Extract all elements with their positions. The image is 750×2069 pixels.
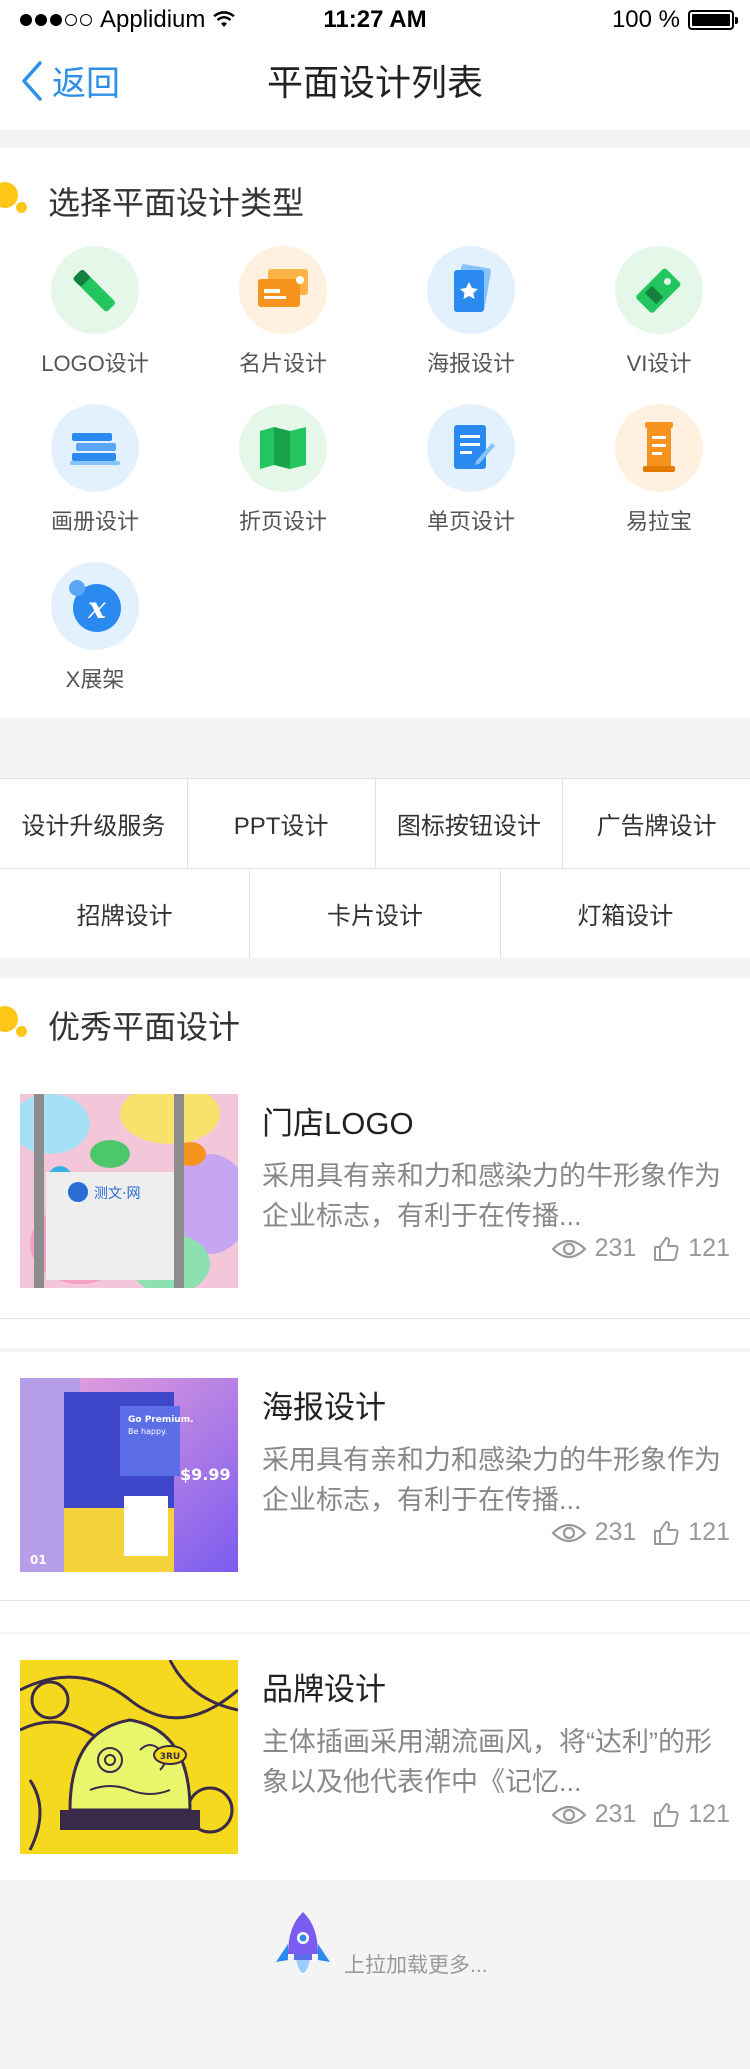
item-stats: 231 121 — [551, 1800, 730, 1829]
view-count: 231 — [594, 1800, 637, 1828]
thumbs-up-icon — [654, 1520, 679, 1545]
tag-row-1: 设计升级服务 PPT设计 图标按钮设计 广告牌设计 — [0, 778, 750, 868]
category-label: 名片设计 — [238, 351, 327, 376]
category-label: X展架 — [65, 667, 125, 692]
section-dot-icon — [0, 1006, 18, 1032]
eye-icon — [551, 1239, 587, 1258]
poster-price: $9.99 — [180, 1465, 231, 1484]
thumbnail-brand: 3RU — [20, 1660, 238, 1854]
category-logo-design[interactable]: LOGO设计 — [0, 246, 190, 378]
tag-ppt-design[interactable]: PPT设计 — [188, 779, 376, 868]
like-button[interactable]: 121 — [652, 1234, 730, 1263]
eye-icon — [551, 1805, 587, 1824]
section-header: 优秀平面设计 — [0, 998, 750, 1048]
category-x-stand[interactable]: x X展架 — [0, 562, 190, 694]
tag-lightbox-design[interactable]: 灯箱设计 — [501, 869, 750, 958]
item-title: 海报设计 — [262, 1390, 386, 1425]
tag-icon-button-design[interactable]: 图标按钮设计 — [376, 779, 564, 868]
view-count: 231 — [594, 1518, 637, 1546]
category-label: 画册设计 — [50, 509, 139, 534]
category-label: 单页设计 — [426, 509, 515, 534]
category-label: 易拉宝 — [625, 509, 692, 534]
item-title: 品牌设计 — [262, 1672, 386, 1707]
category-label: 折页设计 — [238, 509, 327, 534]
rocket-icon — [276, 1912, 330, 1973]
eye-icon — [551, 1523, 587, 1542]
category-single-page[interactable]: 单页设计 — [376, 404, 566, 536]
marker-icon — [51, 246, 139, 334]
thumbnail-poster: Go Premium. Be happy. $9.99 01 — [20, 1378, 238, 1572]
tag-icon — [615, 246, 703, 334]
status-bar: Applidium 11:27 AM 100 % — [0, 0, 750, 40]
like-count: 121 — [688, 1518, 730, 1546]
category-album[interactable]: 画册设计 — [0, 404, 190, 536]
section-header: 选择平面设计类型 — [0, 174, 750, 224]
thumbnail-brand-text: 测文·网 — [94, 1186, 140, 1202]
page-title: 平面设计列表 — [266, 62, 483, 103]
x-stand-icon: x — [51, 562, 139, 650]
battery-percent: 100 % — [611, 6, 680, 33]
like-count: 121 — [688, 1234, 730, 1262]
category-label: 海报设计 — [426, 351, 515, 376]
view-count: 231 — [594, 1234, 637, 1262]
folded-map-icon — [239, 404, 327, 492]
load-more-indicator[interactable]: 上拉加载更多... — [270, 1910, 488, 1990]
poster-number: 01 — [30, 1553, 47, 1567]
item-stats: 231 121 — [551, 1234, 730, 1263]
category-rollup-banner[interactable]: 易拉宝 — [564, 404, 750, 536]
document-edit-icon — [427, 404, 515, 492]
design-item[interactable]: Go Premium. Be happy. $9.99 01 海报设计 采用具有… — [0, 1352, 750, 1632]
item-description: 采用具有亲和力和感染力的牛形象作为企业标志，有利于在传播... — [262, 1445, 721, 1515]
tag-billboard-design[interactable]: 广告牌设计 — [563, 779, 750, 868]
item-description: 采用具有亲和力和感染力的牛形象作为企业标志，有利于在传播... — [262, 1161, 721, 1231]
like-button[interactable]: 121 — [652, 1518, 730, 1547]
tag-row-2: 招牌设计 卡片设计 灯箱设计 — [0, 868, 750, 958]
section-dot-icon — [0, 182, 18, 208]
tag-upgrade-service[interactable]: 设计升级服务 — [0, 779, 188, 868]
item-description: 主体插画采用潮流画风，将“达利”的形象以及他代表作中《记忆... — [262, 1727, 712, 1797]
like-button[interactable]: 121 — [652, 1800, 730, 1829]
rollup-banner-icon — [615, 404, 703, 492]
design-item[interactable]: 测文·网 门店LOGO 采用具有亲和力和感染力的牛形象作为企业标志，有利于在传播… — [0, 1068, 750, 1348]
category-folded-page[interactable]: 折页设计 — [188, 404, 378, 536]
divider — [0, 1600, 750, 1601]
item-stats: 231 121 — [551, 1518, 730, 1547]
featured-section: 优秀平面设计 — [0, 978, 750, 1068]
load-more-footer: 上拉加载更多... — [0, 1880, 750, 2069]
category-section: 选择平面设计类型 LOGO设计 名片设计 海报设计 VI设计 画册设计 折页设计… — [0, 148, 750, 718]
business-card-icon — [239, 246, 327, 334]
design-item[interactable]: 3RU 品牌设计 主体插画采用潮流画风，将“达利”的形象以及他代表作中《记忆..… — [0, 1634, 750, 1914]
category-poster[interactable]: 海报设计 — [376, 246, 566, 378]
navigation-bar: 返回 平面设计列表 — [0, 40, 750, 130]
category-business-card[interactable]: 名片设计 — [188, 246, 378, 378]
thumbnail-store-logo: 测文·网 — [20, 1094, 238, 1288]
battery-icon — [688, 10, 738, 30]
poster-heading: Go Premium. — [128, 1415, 194, 1425]
tag-card-design[interactable]: 卡片设计 — [250, 869, 501, 958]
poster-sub: Be happy. — [128, 1427, 167, 1436]
poster-icon — [427, 246, 515, 334]
category-vi-design[interactable]: VI设计 — [564, 246, 750, 378]
divider — [0, 1318, 750, 1319]
like-count: 121 — [688, 1800, 730, 1828]
section-title: 选择平面设计类型 — [48, 185, 305, 221]
category-label: VI设计 — [626, 351, 692, 376]
brand-stamp-text: 3RU — [160, 1752, 181, 1762]
load-more-text: 上拉加载更多... — [344, 1954, 488, 1977]
item-title: 门店LOGO — [262, 1106, 414, 1141]
section-title: 优秀平面设计 — [48, 1009, 241, 1045]
album-icon — [51, 404, 139, 492]
tag-signboard-design[interactable]: 招牌设计 — [0, 869, 251, 958]
thumbs-up-icon — [654, 1236, 679, 1261]
svg-text:x: x — [87, 591, 107, 626]
thumbs-up-icon — [654, 1802, 679, 1827]
category-label: LOGO设计 — [41, 351, 149, 376]
